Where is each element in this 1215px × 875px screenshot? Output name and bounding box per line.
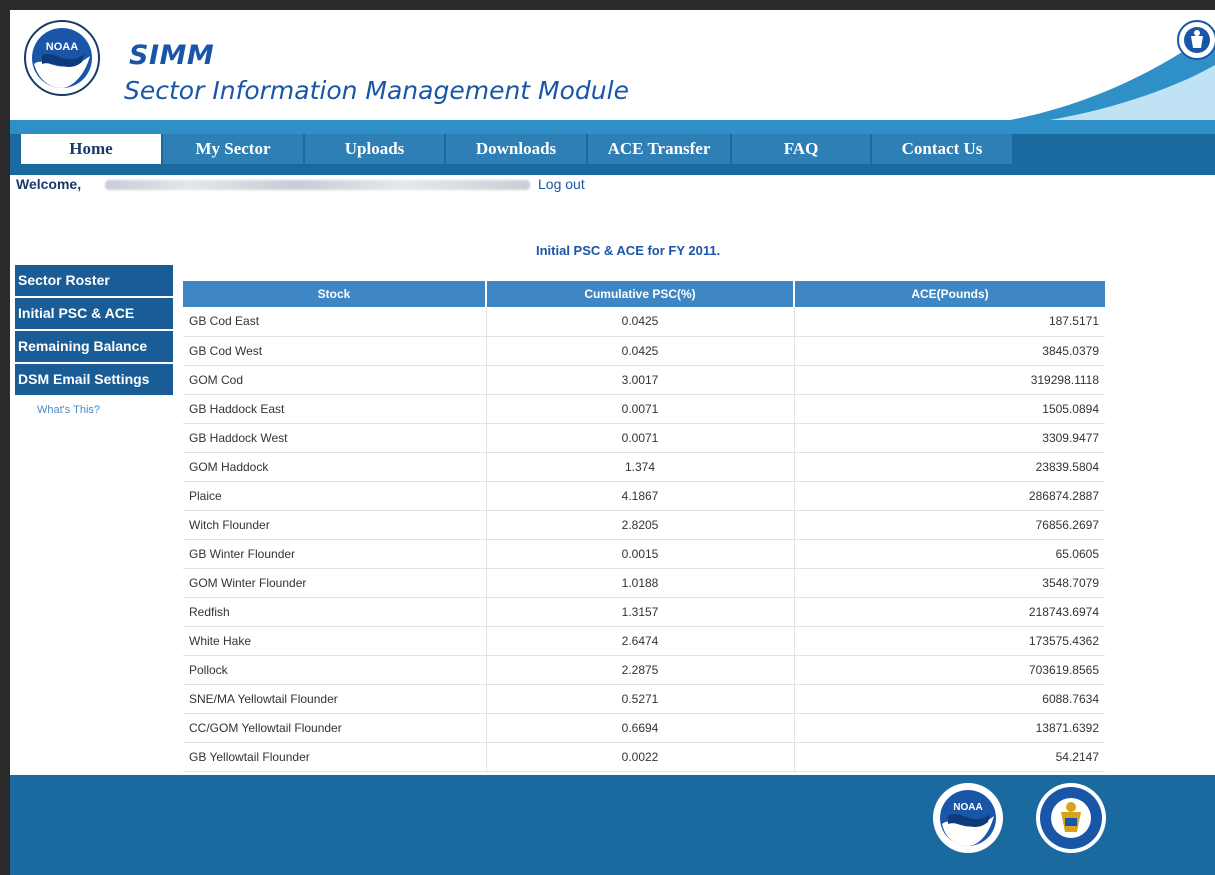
- cell-stock: White Hake: [183, 626, 487, 656]
- sidebar: Sector Roster Initial PSC & ACE Remainin…: [15, 265, 173, 397]
- table-row: GB Haddock East 0.0071 1505.0894: [183, 394, 1105, 424]
- cell-cumulative-psc: 0.6694: [486, 713, 795, 743]
- nav-contact-us[interactable]: Contact Us: [872, 134, 1012, 164]
- cell-stock: GOM Winter Flounder: [183, 568, 487, 598]
- cell-cumulative-psc: 1.3157: [486, 597, 795, 627]
- cell-stock: GOM Cod: [183, 365, 487, 395]
- table-row: GOM Cod 3.0017 319298.1118: [183, 365, 1105, 395]
- nav-uploads[interactable]: Uploads: [305, 134, 444, 164]
- cell-ace-pounds: 173575.4362: [794, 626, 1105, 656]
- page-title: Initial PSC & ACE for FY 2011.: [536, 243, 721, 258]
- table-header-row: Stock Cumulative PSC(%) ACE(Pounds): [183, 281, 1105, 307]
- table-row: Plaice 4.1867 286874.2887: [183, 481, 1105, 511]
- cell-stock: Witch Flounder: [183, 510, 487, 540]
- sidebar-item-remaining-balance[interactable]: Remaining Balance: [15, 331, 173, 362]
- cell-ace-pounds: 6088.7634: [794, 684, 1105, 714]
- nav-my-sector[interactable]: My Sector: [163, 134, 303, 164]
- cell-ace-pounds: 1505.0894: [794, 394, 1105, 424]
- cell-cumulative-psc: 1.0188: [486, 568, 795, 598]
- nav-downloads[interactable]: Downloads: [446, 134, 586, 164]
- noaa-logo-text: NOAA: [46, 41, 78, 53]
- cell-ace-pounds: 218743.6974: [794, 597, 1105, 627]
- table-row: GB Cod West 0.0425 3845.0379: [183, 336, 1105, 366]
- cell-cumulative-psc: 0.5271: [486, 684, 795, 714]
- table-row: White Hake 2.6474 173575.4362: [183, 626, 1105, 656]
- cell-stock: Plaice: [183, 481, 487, 511]
- cell-ace-pounds: 13871.6392: [794, 713, 1105, 743]
- app-title: SIMM: [129, 40, 215, 71]
- cell-cumulative-psc: 2.2875: [486, 655, 795, 685]
- footer-noaa-logo-text: NOAA: [953, 802, 982, 813]
- redacted-user-name: [105, 180, 530, 190]
- header: NOAA SIMM Sector Information Management …: [10, 10, 1215, 120]
- app-subtitle: Sector Information Management Module: [124, 76, 629, 105]
- table-row: GOM Winter Flounder 1.0188 3548.7079: [183, 568, 1105, 598]
- cell-cumulative-psc: 0.0015: [486, 539, 795, 569]
- cell-stock: GB Winter Flounder: [183, 539, 487, 569]
- table-body: GB Cod East 0.0425 187.5171 GB Cod West 0.04…: [183, 307, 1105, 772]
- cell-cumulative-psc: 3.0017: [486, 365, 795, 395]
- sidebar-item-initial-psc-ace[interactable]: Initial PSC & ACE: [15, 298, 173, 329]
- cell-ace-pounds: 319298.1118: [794, 365, 1105, 395]
- cell-cumulative-psc: 0.0022: [486, 742, 795, 772]
- sidebar-item-sector-roster[interactable]: Sector Roster: [15, 265, 173, 296]
- table-row: Witch Flounder 2.8205 76856.2697: [183, 510, 1105, 540]
- header-stock: Stock: [183, 281, 487, 307]
- table-row: GB Haddock West 0.0071 3309.9477: [183, 423, 1105, 453]
- cell-stock: GB Cod West: [183, 336, 487, 366]
- cell-stock: GB Haddock West: [183, 423, 487, 453]
- nav-ace-transfer[interactable]: ACE Transfer: [588, 134, 730, 164]
- cell-cumulative-psc: 0.0425: [486, 336, 795, 366]
- header-ace-pounds: ACE(Pounds): [794, 281, 1105, 307]
- table-row: CC/GOM Yellowtail Flounder 0.6694 13871.63…: [183, 713, 1105, 743]
- cell-stock: Pollock: [183, 655, 487, 685]
- cell-cumulative-psc: 0.0425: [486, 307, 795, 337]
- logout-link[interactable]: Log out: [538, 176, 585, 192]
- navbar-strip: [10, 120, 1215, 134]
- cell-ace-pounds: 187.5171: [794, 307, 1105, 337]
- table-row: GB Yellowtail Flounder 0.0022 54.2147: [183, 742, 1105, 772]
- cell-stock: GB Yellowtail Flounder: [183, 742, 487, 772]
- cell-ace-pounds: 3309.9477: [794, 423, 1105, 453]
- cell-stock: GB Haddock East: [183, 394, 487, 424]
- footer-doc-seal-icon: [1036, 783, 1106, 853]
- cell-stock: GOM Haddock: [183, 452, 487, 482]
- cell-stock: GB Cod East: [183, 307, 487, 337]
- psc-ace-table: Stock Cumulative PSC(%) ACE(Pounds) GB C…: [183, 281, 1105, 772]
- header-cumulative-psc: Cumulative PSC(%): [486, 281, 795, 307]
- nav-menu: Home My Sector Uploads Downloads ACE Tra…: [21, 134, 1014, 164]
- cell-stock: CC/GOM Yellowtail Flounder: [183, 713, 487, 743]
- cell-cumulative-psc: 4.1867: [486, 481, 795, 511]
- cell-ace-pounds: 23839.5804: [794, 452, 1105, 482]
- table-row: SNE/MA Yellowtail Flounder 0.5271 6088.763…: [183, 684, 1105, 714]
- cell-stock: Redfish: [183, 597, 487, 627]
- doc-seal-icon: [1177, 20, 1215, 60]
- noaa-logo-icon: NOAA: [24, 20, 100, 96]
- cell-ace-pounds: 65.0605: [794, 539, 1105, 569]
- table-row: Pollock 2.2875 703619.8565: [183, 655, 1105, 685]
- cell-cumulative-psc: 0.0071: [486, 394, 795, 424]
- table-row: GB Cod East 0.0425 187.5171: [183, 307, 1105, 337]
- cell-ace-pounds: 76856.2697: [794, 510, 1105, 540]
- whats-this-link[interactable]: What's This?: [37, 404, 100, 416]
- cell-cumulative-psc: 0.0071: [486, 423, 795, 453]
- table-row: GOM Haddock 1.374 23839.5804: [183, 452, 1105, 482]
- welcome-label: Welcome,: [16, 176, 82, 192]
- cell-ace-pounds: 703619.8565: [794, 655, 1105, 685]
- table-row: Redfish 1.3157 218743.6974: [183, 597, 1105, 627]
- cell-cumulative-psc: 2.8205: [486, 510, 795, 540]
- nav-home[interactable]: Home: [21, 134, 161, 164]
- cell-ace-pounds: 3548.7079: [794, 568, 1105, 598]
- cell-ace-pounds: 286874.2887: [794, 481, 1105, 511]
- cell-ace-pounds: 54.2147: [794, 742, 1105, 772]
- cell-stock: SNE/MA Yellowtail Flounder: [183, 684, 487, 714]
- cell-cumulative-psc: 1.374: [486, 452, 795, 482]
- cell-ace-pounds: 3845.0379: [794, 336, 1105, 366]
- nav-faq[interactable]: FAQ: [732, 134, 870, 164]
- page: NOAA SIMM Sector Information Management …: [10, 10, 1215, 875]
- cell-cumulative-psc: 2.6474: [486, 626, 795, 656]
- table-row: GB Winter Flounder 0.0015 65.0605: [183, 539, 1105, 569]
- footer-noaa-logo-icon: NOAA: [933, 783, 1003, 853]
- sidebar-item-dsm-email-settings[interactable]: DSM Email Settings: [15, 364, 173, 395]
